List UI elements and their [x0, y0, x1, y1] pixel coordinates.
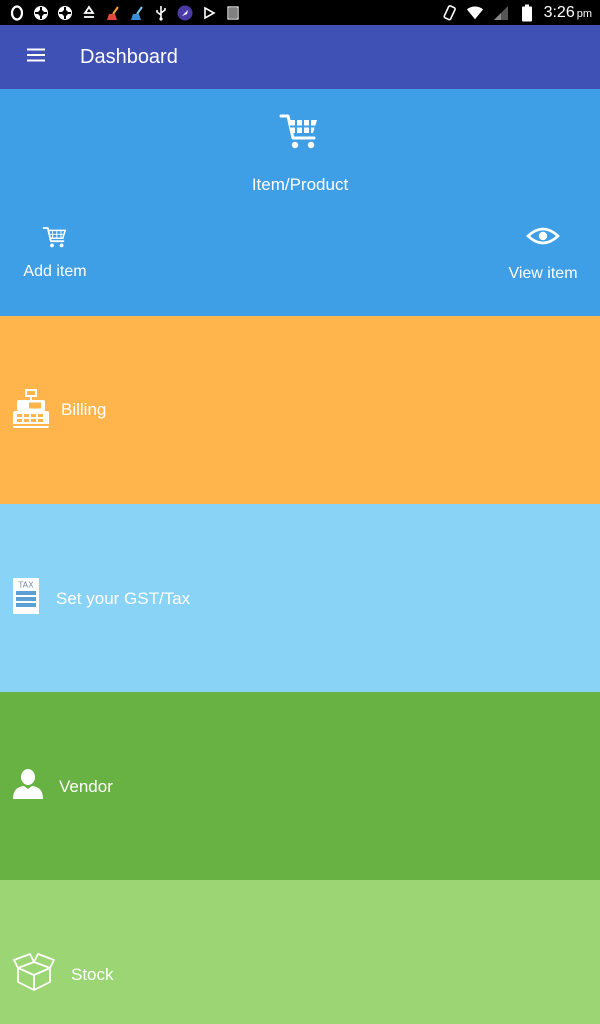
cash-register-icon — [12, 388, 50, 434]
tax-document-icon: TAX — [12, 576, 40, 620]
stock-tile[interactable]: Stock — [0, 880, 600, 1024]
app-icon — [32, 4, 50, 22]
box-icon — [12, 950, 56, 996]
stock-label: Stock — [71, 965, 114, 984]
vendor-label: Vendor — [59, 777, 113, 796]
wifi-icon — [466, 4, 484, 22]
item-product-label: Item/Product — [251, 175, 349, 194]
usb-icon — [152, 4, 170, 22]
cart-icon — [279, 111, 321, 151]
gst-tax-label: Set your GST/Tax — [56, 589, 191, 608]
opera-icon — [8, 4, 26, 22]
page-title: Dashboard — [80, 46, 178, 68]
eye-icon — [526, 225, 560, 251]
billing-label: Billing — [61, 400, 107, 419]
play-icon — [200, 4, 218, 22]
gst-tax-tile[interactable]: TAX Set your GST/Tax — [0, 504, 600, 692]
rocket-icon — [176, 4, 194, 22]
person-icon — [12, 768, 44, 804]
barcode-icon — [224, 4, 242, 22]
app-icon — [56, 4, 74, 22]
battery-icon — [518, 4, 536, 22]
broom-icon — [104, 4, 122, 22]
recycle-icon — [80, 4, 98, 22]
menu-button[interactable] — [16, 37, 56, 77]
add-item-label: Add item — [23, 263, 87, 280]
rotate-icon — [440, 4, 458, 22]
tax-icon-text: TAX — [17, 581, 34, 590]
item-product-tile[interactable]: Item/Product — [0, 111, 600, 195]
cart-icon — [42, 225, 68, 253]
view-item-label: View item — [508, 265, 578, 282]
notification-icons — [8, 3, 242, 23]
add-item-button[interactable]: Add item — [20, 225, 90, 281]
item-product-section: Item/Product Add item View item — [0, 89, 600, 316]
status-clock: 3:26 pm — [544, 4, 592, 22]
clock-ampm: pm — [576, 8, 592, 20]
clock-time: 3:26 — [543, 4, 575, 21]
billing-tile[interactable]: Billing — [0, 316, 600, 504]
view-item-button[interactable]: View item — [506, 225, 580, 283]
broom-icon — [128, 4, 146, 22]
signal-icon — [492, 4, 510, 22]
app-bar: Dashboard — [0, 25, 600, 89]
status-bar: 3:26 pm — [0, 0, 600, 25]
hamburger-menu-icon — [26, 47, 46, 67]
system-status: 3:26 pm — [440, 2, 592, 24]
vendor-tile[interactable]: Vendor — [0, 692, 600, 880]
